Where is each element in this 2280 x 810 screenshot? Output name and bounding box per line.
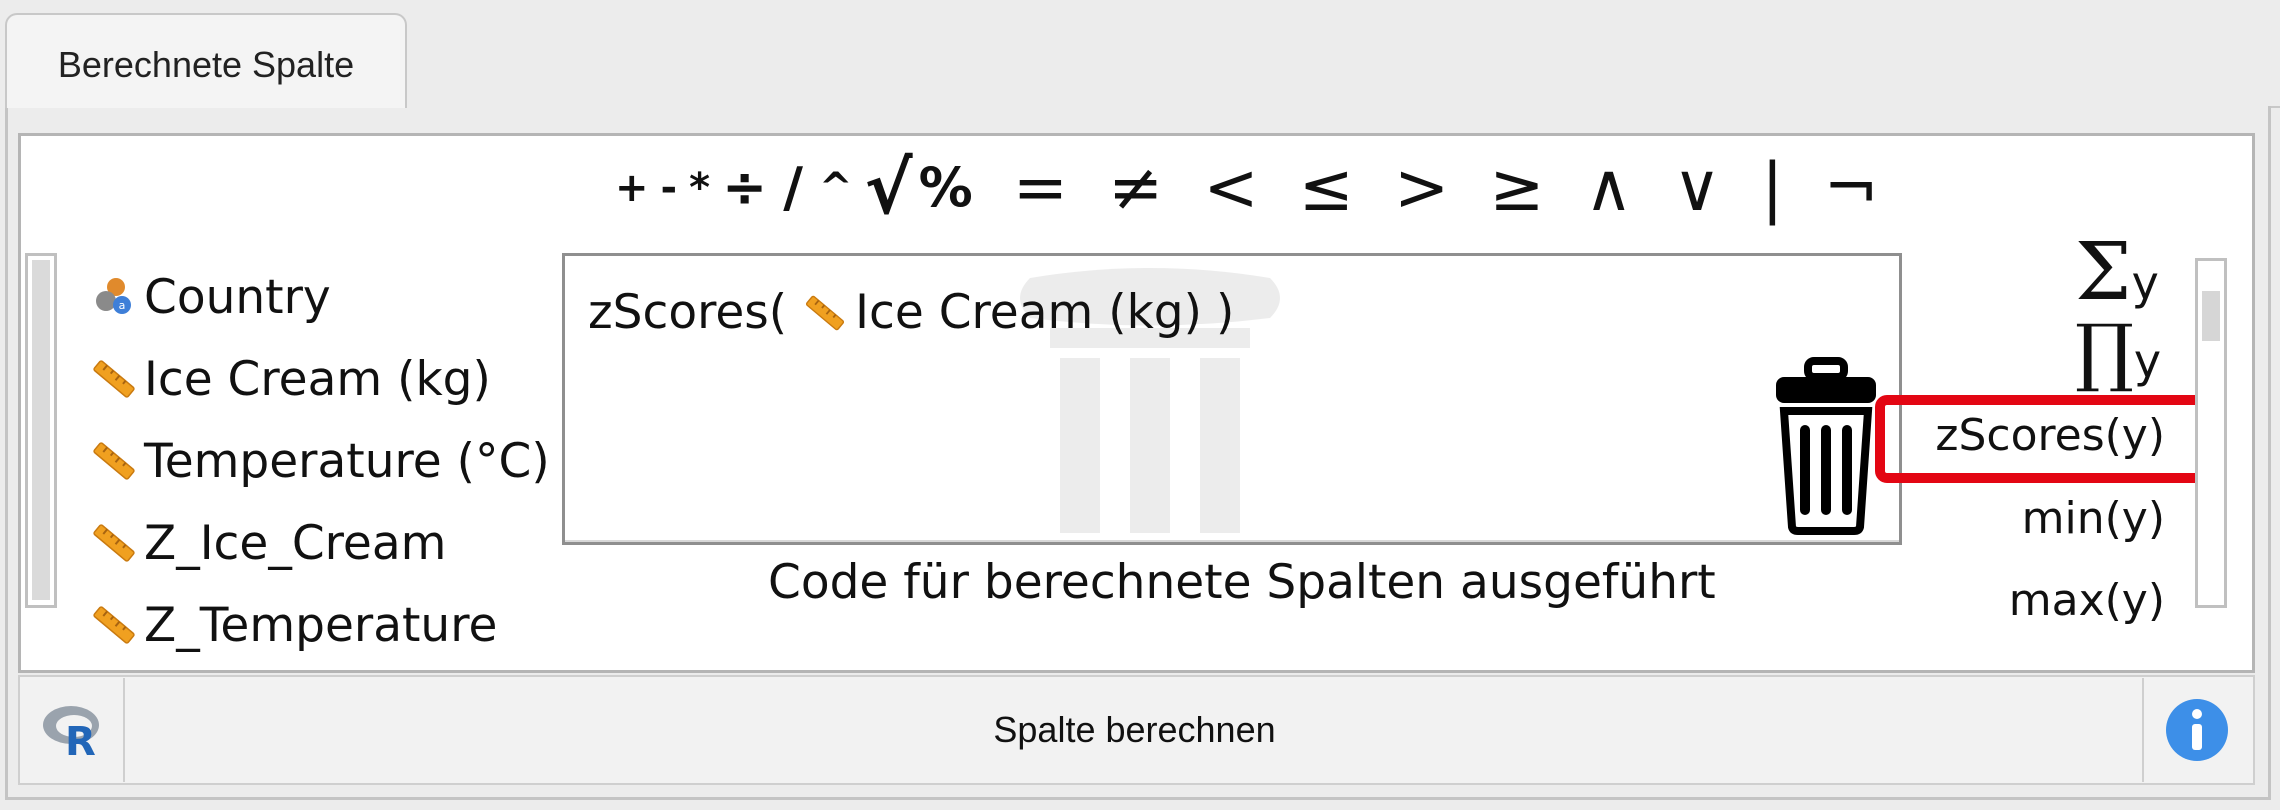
product-symbol: ∏	[2075, 309, 2134, 395]
formula-function: zScores(	[588, 285, 788, 340]
variable-list: a Country Ice Cream (kg) Temperature (°C…	[88, 256, 550, 666]
operator-and[interactable]: ∧	[1585, 154, 1633, 221]
operator-less-than[interactable]: <	[1203, 154, 1258, 221]
operator-or[interactable]: ∨	[1673, 154, 1721, 221]
operator-divide-sign[interactable]: ÷	[722, 160, 767, 215]
function-list-scrollbar[interactable]	[2195, 258, 2227, 608]
function-list-scroll-thumb[interactable]	[2202, 291, 2220, 341]
svg-text:a: a	[119, 299, 126, 312]
operator-multiply[interactable]: *	[689, 168, 710, 208]
scale-ruler-icon	[806, 295, 845, 330]
sum-symbol: Σ	[2075, 225, 2132, 318]
operator-greater-than[interactable]: >	[1394, 154, 1449, 221]
info-icon	[2166, 699, 2228, 761]
scale-ruler-icon	[93, 360, 135, 398]
operator-not[interactable]: ¬	[1823, 154, 1878, 221]
tab-berechnete-spalte[interactable]: Berechnete Spalte	[5, 13, 407, 108]
formula-expression[interactable]: zScores( Ice Cream (kg) )	[588, 285, 1234, 340]
variable-z-temperature[interactable]: Z_Temperature	[88, 584, 550, 666]
sum-arg: y	[2131, 256, 2159, 310]
product-arg: y	[2133, 334, 2162, 388]
scale-ruler-icon	[93, 524, 135, 562]
operator-equals[interactable]: =	[1013, 154, 1068, 221]
status-message: Code für berechnete Spalten ausgeführt	[768, 555, 1716, 610]
operator-not-equals[interactable]: ≠	[1108, 154, 1163, 221]
compute-column-label: Spalte berechnen	[993, 709, 1276, 750]
function-min[interactable]: min(y)	[2022, 493, 2165, 544]
operator-plus[interactable]: +	[615, 168, 649, 208]
function-max[interactable]: max(y)	[2009, 575, 2165, 626]
variable-label: Country	[144, 269, 331, 325]
function-product[interactable]: ∏y	[2075, 315, 2161, 389]
scale-ruler-icon	[93, 606, 135, 644]
compute-column-button[interactable]: Spalte berechnen	[127, 678, 2142, 782]
variable-label: Z_Temperature	[144, 597, 498, 653]
variable-country[interactable]: a Country	[88, 256, 550, 338]
operator-pipe[interactable]: |	[1761, 154, 1783, 221]
variable-list-scroll-thumb[interactable]	[32, 260, 50, 600]
nominal-text-icon: a	[96, 278, 131, 314]
operator-modulo[interactable]: %	[919, 160, 973, 215]
variable-ice-cream[interactable]: Ice Cream (kg)	[88, 338, 550, 420]
r-syntax-button[interactable]: R	[22, 678, 125, 782]
zscores-highlight-box	[1875, 395, 2220, 483]
operator-power[interactable]: ^	[819, 168, 853, 208]
variable-z-ice-cream[interactable]: Z_Ice_Cream	[88, 502, 550, 584]
operator-minus[interactable]: -	[661, 168, 678, 208]
variable-label: Z_Ice_Cream	[144, 515, 447, 571]
operator-less-equal[interactable]: ≤	[1299, 154, 1354, 221]
tab-label: Berechnete Spalte	[57, 43, 355, 85]
operator-divide[interactable]: /	[783, 160, 803, 215]
trash-icon[interactable]	[1772, 355, 1880, 535]
variable-label: Ice Cream (kg)	[144, 351, 491, 407]
scale-ruler-icon	[93, 442, 135, 480]
function-sum[interactable]: Σy	[2075, 232, 2159, 312]
formula-argument[interactable]: Ice Cream (kg)	[855, 285, 1202, 340]
info-button[interactable]	[2142, 678, 2250, 782]
formula-close-paren: )	[1215, 285, 1235, 340]
variable-temperature[interactable]: Temperature (°C)	[88, 420, 550, 502]
variable-list-scrollbar[interactable]	[25, 253, 57, 608]
svg-text:R: R	[65, 719, 96, 759]
operator-sqrt[interactable]: √	[865, 152, 913, 224]
operator-greater-equal[interactable]: ≥	[1489, 154, 1544, 221]
variable-label: Temperature (°C)	[144, 433, 550, 489]
r-logo-icon: R	[42, 706, 99, 759]
operator-toolbar: + - * ÷ / ^ √ % = ≠ < ≤ > ≥ ∧ ∨ | ¬	[615, 150, 1879, 225]
